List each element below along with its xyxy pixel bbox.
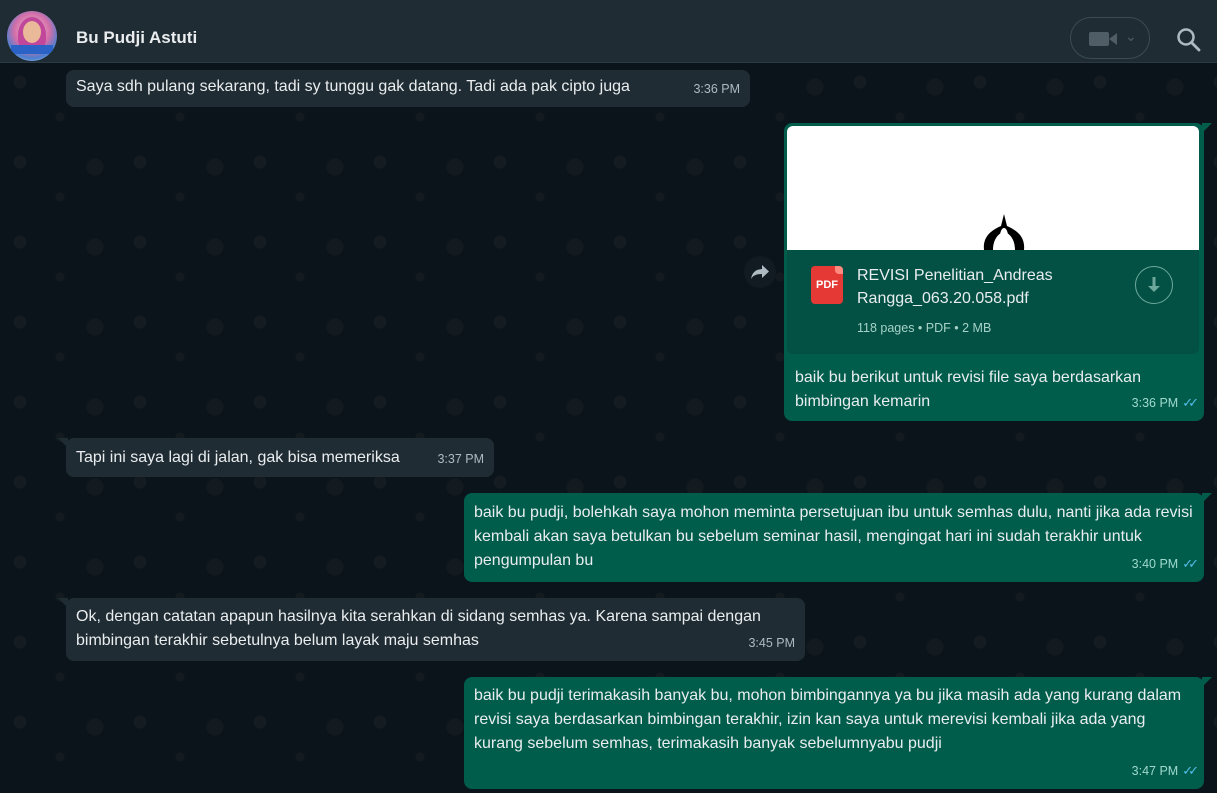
message-outgoing[interactable]: baik bu pudji terimakasih banyak bu, moh… xyxy=(464,677,1212,789)
forward-icon xyxy=(751,265,769,279)
document-logo-image xyxy=(983,214,1025,250)
message-time: 3:40 PM ✓✓ xyxy=(1131,556,1199,571)
message-time: 3:36 PM ✓✓ xyxy=(1131,395,1199,410)
pdf-file-icon: PDF xyxy=(811,266,843,304)
message-text: baik bu berikut untuk revisi file saya b… xyxy=(795,369,1141,410)
message-time: 3:36 PM xyxy=(693,82,740,96)
message-incoming[interactable]: Tapi ini saya lagi di jalan, gak bisa me… xyxy=(58,438,494,477)
message-time: 3:47 PM ✓✓ xyxy=(1131,763,1199,778)
message-text: Saya sdh pulang sekarang, tadi sy tunggu… xyxy=(76,78,630,95)
search-icon[interactable] xyxy=(1176,27,1202,53)
message-outgoing[interactable]: baik bu pudji, bolehkah saya mohon memin… xyxy=(464,493,1212,582)
message-incoming[interactable]: Saya sdh pulang sekarang, tadi sy tunggu… xyxy=(66,70,750,107)
message-text: Ok, dengan catatan apapun hasilnya kita … xyxy=(76,608,761,649)
message-time: 3:45 PM xyxy=(748,636,795,650)
avatar[interactable] xyxy=(7,11,57,61)
video-camera-icon xyxy=(1089,32,1109,46)
document-meta: 118 pages • PDF • 2 MB xyxy=(857,321,992,335)
download-icon xyxy=(1148,277,1160,292)
read-ticks-icon: ✓✓ xyxy=(1182,763,1199,778)
chevron-down-icon: ⌄ xyxy=(1125,28,1137,44)
chat-header: Bu Pudji Astuti ⌄ xyxy=(0,0,1217,63)
message-text: Tapi ini saya lagi di jalan, gak bisa me… xyxy=(76,449,400,466)
contact-name[interactable]: Bu Pudji Astuti xyxy=(76,28,197,48)
read-ticks-icon: ✓✓ xyxy=(1182,395,1199,410)
forward-button[interactable] xyxy=(744,256,776,288)
document-card[interactable]: PDF REVISI Penelitian_Andreas Rangga_063… xyxy=(787,250,1199,354)
video-call-button[interactable]: ⌄ xyxy=(1070,17,1150,59)
message-text: baik bu pudji terimakasih banyak bu, moh… xyxy=(474,687,1182,752)
download-button[interactable] xyxy=(1135,266,1173,304)
document-preview[interactable] xyxy=(787,126,1199,250)
message-outgoing-with-document[interactable]: PDF REVISI Penelitian_Andreas Rangga_063… xyxy=(784,123,1212,421)
document-file-name: REVISI Penelitian_Andreas Rangga_063.20.… xyxy=(857,267,1053,307)
message-incoming[interactable]: Ok, dengan catatan apapun hasilnya kita … xyxy=(58,598,805,661)
message-text: baik bu pudji, bolehkah saya mohon memin… xyxy=(474,504,1193,569)
read-ticks-icon: ✓✓ xyxy=(1182,556,1199,571)
message-time: 3:37 PM xyxy=(437,452,484,466)
